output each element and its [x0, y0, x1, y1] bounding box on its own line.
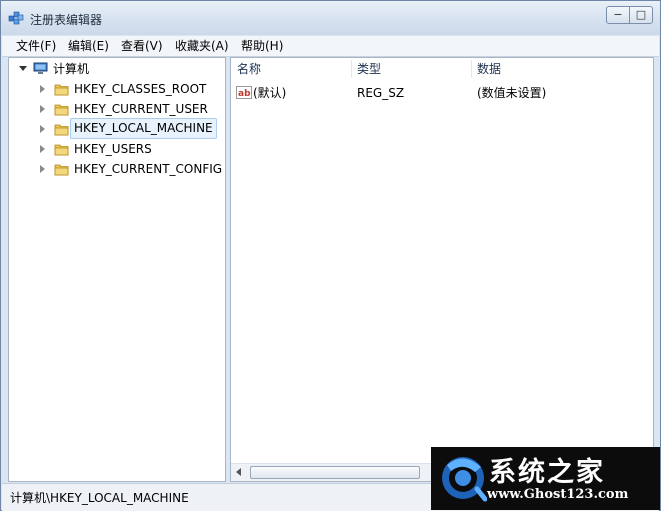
tree-label-selected: HKEY_LOCAL_MACHINE: [70, 118, 217, 139]
expand-arrow-icon[interactable]: [40, 125, 45, 133]
menu-bar: 文件(F) 编辑(E) 查看(V) 收藏夹(A) 帮助(H): [2, 36, 659, 57]
folder-icon: [54, 104, 69, 116]
values-list-pane[interactable]: 名称 类型 数据 ab (默认) REG_SZ (数值未设置): [230, 57, 654, 482]
column-header-type[interactable]: 类型: [357, 58, 381, 80]
folder-icon: [54, 84, 69, 96]
column-header-name[interactable]: 名称: [237, 58, 261, 80]
list-row[interactable]: ab (默认) REG_SZ (数值未设置): [231, 83, 653, 103]
registry-editor-icon: [8, 11, 24, 25]
tree-label: HKEY_USERS: [74, 142, 152, 156]
key-tree-pane[interactable]: 计算机 HKEY_CLASSES_ROOT HKEY_CURRENT_USER: [8, 57, 226, 482]
window-title: 注册表编辑器: [30, 13, 103, 27]
menu-favorites[interactable]: 收藏夹(A): [174, 38, 230, 54]
status-path: 计算机\HKEY_LOCAL_MACHINE: [10, 491, 189, 505]
tree-item-hkey-current-config[interactable]: HKEY_CURRENT_CONFIG: [9, 159, 225, 179]
minimize-button[interactable]: −: [606, 6, 630, 24]
title-bar[interactable]: 注册表编辑器 − □: [1, 1, 660, 35]
expand-arrow-icon[interactable]: [40, 105, 45, 113]
tree-label: 计算机: [53, 62, 90, 76]
watermark-url: www.Ghost123.com: [487, 487, 629, 502]
value-type: REG_SZ: [357, 86, 405, 100]
ghost-logo-icon: [442, 457, 487, 502]
string-value-icon: ab: [236, 86, 252, 99]
tree-item-hkey-current-user[interactable]: HKEY_CURRENT_USER: [9, 99, 225, 119]
expand-arrow-icon[interactable]: [40, 145, 45, 153]
value-data: (数值未设置): [477, 86, 547, 100]
value-name: (默认): [253, 86, 287, 100]
watermark-title: 系统之家: [489, 457, 605, 488]
tree-label: HKEY_CURRENT_USER: [74, 102, 208, 116]
list-header: 名称 类型 数据: [231, 58, 653, 80]
column-divider[interactable]: [471, 60, 472, 78]
expand-arrow-icon[interactable]: [40, 165, 45, 173]
column-header-data[interactable]: 数据: [477, 58, 501, 80]
maximize-button[interactable]: □: [629, 6, 653, 24]
collapse-arrow-icon[interactable]: [19, 66, 27, 71]
scroll-left-arrow-icon[interactable]: [236, 468, 241, 476]
tree-item-hkey-local-machine[interactable]: HKEY_LOCAL_MACHINE: [9, 118, 225, 139]
menu-edit[interactable]: 编辑(E): [67, 38, 110, 54]
computer-icon: [33, 62, 48, 74]
folder-icon: [54, 124, 69, 136]
folder-icon: [54, 144, 69, 156]
registry-editor-window: 注册表编辑器 − □ 文件(F) 编辑(E) 查看(V) 收藏夹(A) 帮助(H…: [0, 0, 661, 511]
svg-text:ab: ab: [238, 89, 251, 99]
expand-arrow-icon[interactable]: [40, 85, 45, 93]
watermark-logo: 系统之家 www.Ghost123.com: [431, 447, 660, 510]
tree-label: HKEY_CURRENT_CONFIG: [74, 162, 223, 176]
scrollbar-thumb[interactable]: [250, 466, 420, 479]
menu-view[interactable]: 查看(V): [120, 38, 164, 54]
column-divider[interactable]: [351, 60, 352, 78]
menu-help[interactable]: 帮助(H): [240, 38, 284, 54]
tree-item-computer[interactable]: 计算机: [9, 59, 225, 79]
tree-item-hkey-users[interactable]: HKEY_USERS: [9, 139, 225, 159]
folder-icon: [54, 164, 69, 176]
menu-file[interactable]: 文件(F): [15, 38, 57, 54]
tree-label: HKEY_CLASSES_ROOT: [74, 82, 207, 96]
tree-item-hkey-classes-root[interactable]: HKEY_CLASSES_ROOT: [9, 79, 225, 99]
